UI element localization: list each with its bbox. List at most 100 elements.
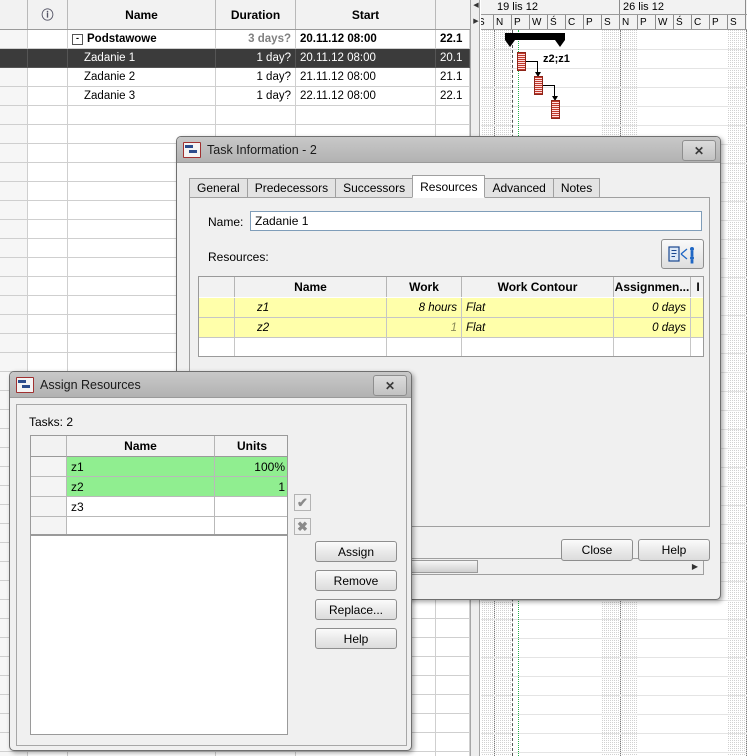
tab-resources[interactable]: Resources	[412, 175, 486, 198]
resource-list-row-name[interactable]: z1	[67, 457, 215, 477]
replace-button[interactable]: Replace...	[315, 599, 397, 620]
row-start-cell[interactable]: 22.11.12 08:00	[296, 87, 436, 106]
row-name-text: Podstawowe	[87, 33, 157, 45]
task-bar[interactable]	[551, 100, 560, 119]
row-name-cell[interactable]: Zadanie 3	[68, 87, 216, 106]
resource-col-header-name[interactable]: Name	[235, 277, 387, 297]
resource-list-row-indicator	[31, 457, 67, 477]
resource-list-overflow-area[interactable]	[30, 535, 288, 735]
resource-col-header-work-contour[interactable]: Work Contour	[462, 277, 614, 297]
task-bar[interactable]	[534, 76, 543, 95]
resource-row-assignment[interactable]	[614, 338, 691, 356]
resource-row-extra[interactable]	[691, 298, 703, 318]
close-button[interactable]: Close	[561, 539, 633, 561]
empty-cell	[436, 733, 470, 752]
help-button[interactable]: Help	[638, 539, 710, 561]
resource-list-row-units[interactable]	[215, 517, 287, 534]
table-row[interactable]: - Podstawowe 3 days? 20.11.12 08:00 22.1	[0, 30, 470, 49]
column-header-id[interactable]	[0, 0, 28, 29]
resource-list-col-indicator[interactable]	[31, 436, 67, 457]
assign-resources-titlebar[interactable]: Assign Resources ✕	[10, 372, 411, 398]
row-finish-cell[interactable]: 22.1	[436, 87, 470, 106]
resource-row-work[interactable]: 1	[387, 318, 462, 338]
summary-task-bar[interactable]	[505, 33, 565, 40]
resource-col-header-work[interactable]: Work	[387, 277, 462, 297]
task-information-titlebar[interactable]: Task Information - 2 ✕	[177, 137, 720, 163]
remove-button[interactable]: Remove	[315, 570, 397, 591]
empty-cell	[68, 752, 216, 756]
row-name-cell[interactable]: - Podstawowe	[68, 30, 216, 49]
resource-row-work[interactable]	[387, 338, 462, 356]
row-duration-cell[interactable]: 1 day?	[216, 87, 296, 106]
table-row[interactable]: Zadanie 3 1 day? 22.11.12 08:00 22.1	[0, 87, 470, 106]
resource-row-assignment[interactable]: 0 days	[614, 318, 691, 338]
resource-list-table[interactable]: Name Units z1 100% z2 1 z3	[30, 435, 288, 535]
resource-row-contour[interactable]: Flat	[462, 318, 614, 338]
table-row-empty[interactable]	[0, 752, 470, 756]
resource-row-contour[interactable]: Flat	[462, 298, 614, 318]
close-icon[interactable]: ✕	[682, 140, 716, 161]
row-finish-cell[interactable]: 20.1	[436, 49, 470, 68]
assign-resources-dialog[interactable]: Assign Resources ✕ Tasks: 2 Name Units z…	[9, 371, 412, 751]
check-icon[interactable]: ✔	[294, 494, 311, 511]
row-duration-cell[interactable]: 1 day?	[216, 68, 296, 87]
resource-row-assignment[interactable]: 0 days	[614, 298, 691, 318]
resource-list-row-units[interactable]: 1	[215, 477, 287, 497]
close-icon[interactable]: ✕	[373, 375, 407, 396]
row-duration-cell[interactable]: 1 day?	[216, 49, 296, 68]
table-row-empty[interactable]	[0, 106, 470, 125]
scroll-right-icon[interactable]: ▶	[472, 18, 480, 26]
resource-list-col-units[interactable]: Units	[215, 436, 287, 457]
assign-resources-icon	[667, 245, 694, 263]
column-header-name[interactable]: Name	[68, 0, 216, 29]
resource-row-name[interactable]	[235, 338, 387, 356]
column-header-start[interactable]: Start	[296, 0, 436, 29]
column-header-finish[interactable]	[436, 0, 470, 29]
resource-list-row-units[interactable]	[215, 497, 287, 517]
resource-assignment-table[interactable]: Name Work Work Contour Assignmen... I z1…	[198, 276, 704, 357]
tab-general[interactable]: General	[189, 178, 248, 198]
resource-row-name[interactable]: z2	[235, 318, 387, 338]
column-header-indicators[interactable]: ⓘ	[28, 0, 68, 29]
collapse-toggle-icon[interactable]: -	[72, 33, 83, 45]
assign-button[interactable]: Assign	[315, 541, 397, 562]
row-duration-cell[interactable]: 3 days?	[216, 30, 296, 49]
resource-row-extra[interactable]	[691, 318, 703, 338]
scroll-right-icon[interactable]: ▶	[688, 560, 702, 573]
row-name-cell[interactable]: Zadanie 1	[68, 49, 216, 68]
assign-resources-button[interactable]	[661, 239, 704, 269]
resource-list-row-name[interactable]: z3	[67, 497, 215, 517]
task-name-input[interactable]: Zadanie 1	[250, 211, 702, 231]
timescale-day-cell: P	[584, 15, 602, 29]
row-name-cell[interactable]: Zadanie 2	[68, 68, 216, 87]
table-row[interactable]: Zadanie 2 1 day? 21.11.12 08:00 21.1	[0, 68, 470, 87]
resource-row-name[interactable]: z1	[235, 298, 387, 318]
tab-successors[interactable]: Successors	[335, 178, 414, 198]
tab-advanced[interactable]: Advanced	[484, 178, 554, 198]
resource-row-extra[interactable]	[691, 338, 703, 356]
tab-predecessors[interactable]: Predecessors	[246, 178, 337, 198]
resource-list-col-name[interactable]: Name	[67, 436, 215, 457]
resource-list-row-name[interactable]	[67, 517, 215, 534]
empty-cell	[0, 163, 28, 182]
row-finish-cell[interactable]: 21.1	[436, 68, 470, 87]
assign-help-button[interactable]: Help	[315, 628, 397, 649]
resource-row-work[interactable]: 8 hours	[387, 298, 462, 318]
column-header-duration[interactable]: Duration	[216, 0, 296, 29]
table-row[interactable]: Zadanie 1 1 day? 20.11.12 08:00 20.1	[0, 49, 470, 68]
resource-col-header-indicator[interactable]	[199, 277, 235, 297]
scroll-left-icon[interactable]: ◀	[472, 2, 480, 10]
row-start-cell[interactable]: 20.11.12 08:00	[296, 49, 436, 68]
row-start-cell[interactable]: 21.11.12 08:00	[296, 68, 436, 87]
resource-col-header-assignment[interactable]: Assignmen...	[614, 277, 691, 297]
resource-list-row-name[interactable]: z2	[67, 477, 215, 497]
resource-row-contour[interactable]	[462, 338, 614, 356]
remove-x-icon[interactable]: ✖	[294, 518, 311, 535]
resource-col-header-extra[interactable]: I	[691, 277, 703, 297]
row-start-cell[interactable]: 20.11.12 08:00	[296, 30, 436, 49]
timescale-day-cell: N	[494, 15, 512, 29]
row-finish-cell[interactable]: 22.1	[436, 30, 470, 49]
task-bar[interactable]	[517, 52, 526, 71]
tab-notes[interactable]: Notes	[552, 178, 601, 198]
resource-list-row-units[interactable]: 100%	[215, 457, 287, 477]
